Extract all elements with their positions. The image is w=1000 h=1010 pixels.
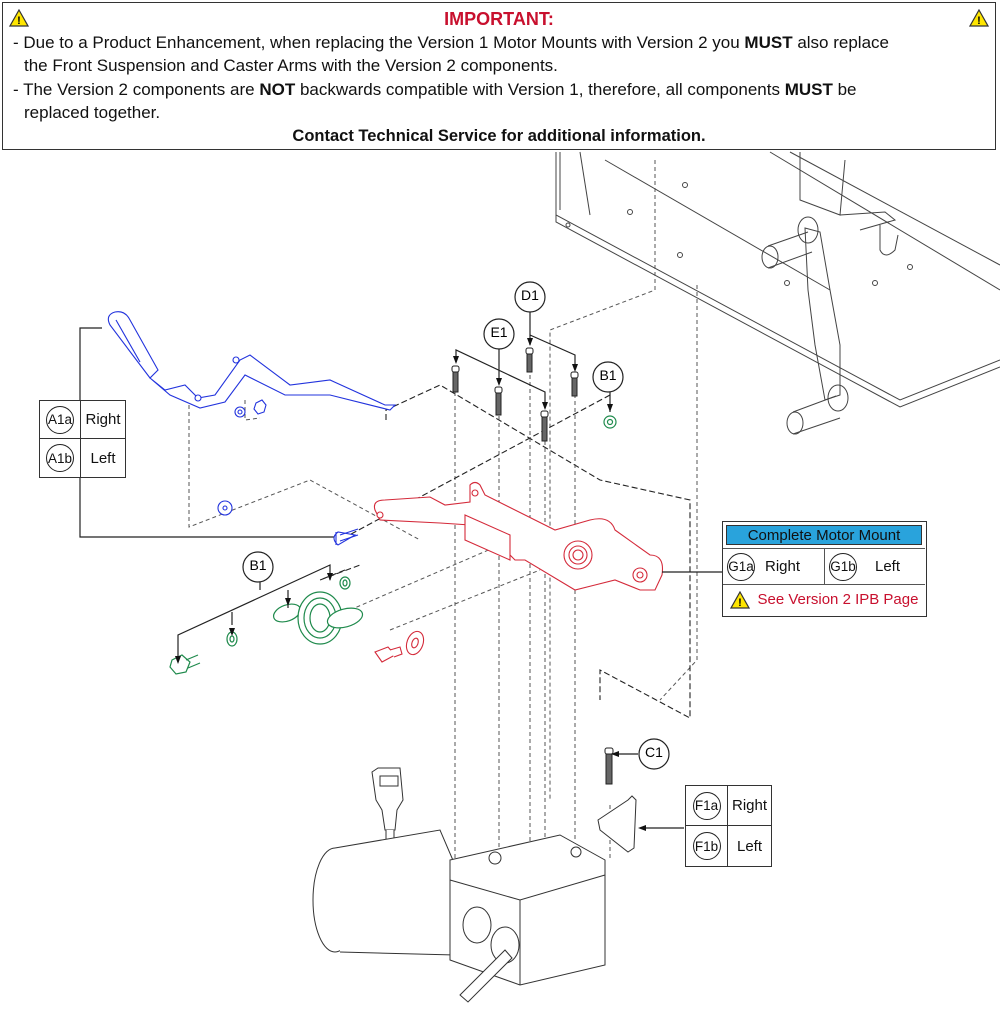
see-version-2-link[interactable]: See Version 2 IPB Page — [758, 591, 919, 608]
important-notice: ! ! IMPORTANT: - Due to a Product Enhanc… — [2, 2, 996, 150]
part-code: A1a — [46, 405, 74, 434]
svg-text:!: ! — [738, 597, 742, 609]
part-code: A1b — [46, 444, 74, 472]
side-label: Right — [765, 558, 801, 575]
assembly-lines — [188, 160, 698, 900]
notice-line-3: - The Version 2 components are NOT backw… — [13, 80, 857, 99]
callout-d1: D1 — [521, 287, 539, 303]
callout-b1-top: B1 — [599, 367, 617, 383]
part-code: F1a — [692, 791, 721, 820]
table-f1-bracket: F1a Right F1b Left — [685, 785, 772, 867]
table-g1-motor-mount: Complete Motor Mount G1a Right G1b Left ! … — [722, 521, 927, 617]
callout-b1-left: B1 — [249, 557, 267, 573]
table-a1-caster-arm: A1a Right A1b Left — [39, 400, 126, 478]
table-row: A1b — [40, 439, 81, 477]
callout-c1: C1 — [645, 744, 663, 760]
table-row: F1b — [686, 826, 728, 866]
table-row: G1b Left — [825, 548, 925, 584]
motor-part — [312, 767, 606, 1003]
table-row: A1a — [40, 401, 81, 439]
notice-title: IMPORTANT: — [444, 9, 554, 29]
side-label: Left — [90, 449, 116, 467]
version-2-note[interactable]: ! See Version 2 IPB Page — [723, 584, 925, 614]
warning-triangle-icon: ! — [729, 590, 750, 609]
motor-mount-header: Complete Motor Mount — [726, 525, 922, 545]
screw-leaders — [455, 312, 611, 412]
motor-mount-part — [373, 481, 664, 663]
table-row: G1a Right — [723, 548, 825, 584]
part-code: F1b — [692, 832, 721, 860]
caster-arm-part — [107, 311, 397, 546]
part-code: G1b — [829, 552, 857, 581]
table-row: F1a — [686, 786, 728, 826]
bracket-part — [597, 795, 637, 853]
callout-e1: E1 — [490, 324, 508, 340]
notice-line-4: replaced together. — [24, 103, 161, 122]
side-label: Left — [736, 837, 763, 855]
side-label: Right — [728, 786, 771, 826]
notice-line-2: the Front Suspension and Caster Arms wit… — [24, 56, 558, 75]
contact-notice: Contact Technical Service for additional… — [292, 127, 706, 145]
exploded-diagram — [79, 151, 1000, 1003]
notice-line-1: - Due to a Product Enhancement, when rep… — [13, 33, 889, 52]
chassis-frame — [555, 151, 1000, 435]
side-label: Right — [81, 401, 125, 439]
side-label: Left — [875, 558, 901, 575]
part-code: G1a — [727, 552, 755, 581]
